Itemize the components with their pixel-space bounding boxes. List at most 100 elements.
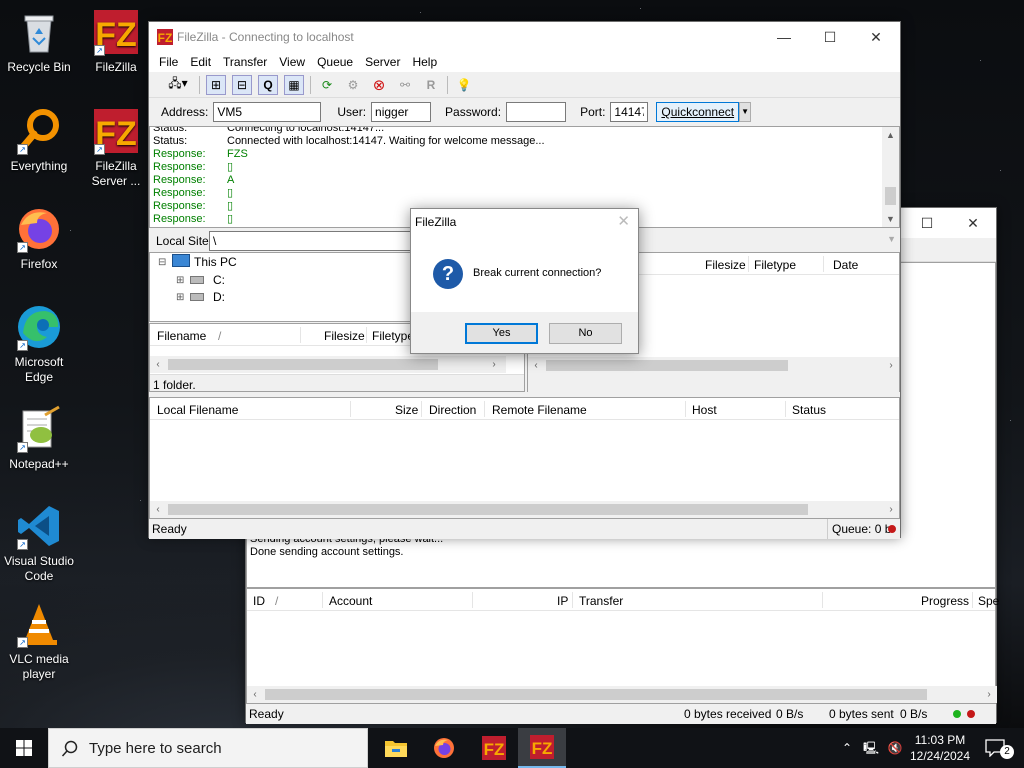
refresh-icon[interactable]: ⟳ <box>317 75 337 95</box>
address-input[interactable] <box>213 102 322 122</box>
tree-collapse-icon[interactable]: ⊟ <box>158 257 166 268</box>
remote-site-dropdown-icon[interactable]: ▼ <box>887 234 896 244</box>
remote-col-filesize[interactable]: Filesize <box>705 258 746 272</box>
toggle-local-tree-icon[interactable]: ⊟ <box>232 74 252 95</box>
sent-rate: 0 B/s <box>900 707 928 721</box>
user-input[interactable] <box>371 102 432 122</box>
col-account[interactable]: Account <box>329 594 372 608</box>
close-button[interactable]: ✕ <box>950 208 996 238</box>
scroll-right-icon[interactable]: › <box>981 686 997 703</box>
queue-status[interactable]: Queue: 0 b <box>827 519 891 539</box>
queue-col-status[interactable]: Status <box>792 403 826 417</box>
queue-col-local[interactable]: Local Filename <box>157 403 238 417</box>
menu-view[interactable]: View <box>273 52 311 72</box>
dialog-titlebar[interactable]: FileZilla ✕ <box>411 209 638 233</box>
scroll-left-icon[interactable]: ‹ <box>150 501 166 518</box>
desktop-icon-vlc[interactable]: ↗ VLC media player <box>1 600 77 682</box>
scroll-left-icon[interactable]: ‹ <box>528 357 544 374</box>
col-speed[interactable]: Spe <box>978 594 999 608</box>
bytes-received: 0 bytes received <box>684 707 772 721</box>
menu-server[interactable]: Server <box>359 52 406 72</box>
menu-help[interactable]: Help <box>406 52 443 72</box>
break-connection-dialog[interactable]: FileZilla ✕ ? Break current connection? … <box>410 208 639 354</box>
queue-col-host[interactable]: Host <box>692 403 717 417</box>
taskbar-firefox[interactable] <box>420 728 468 768</box>
start-button[interactable] <box>0 728 48 768</box>
site-manager-icon[interactable]: 🖧▾ <box>163 75 193 95</box>
process-queue-icon[interactable]: ⚙ <box>343 75 363 95</box>
desktop-icon-recycle-bin[interactable]: Recycle Bin <box>1 8 77 75</box>
desktop-icon-filezilla-server[interactable]: FZ ↗ FileZilla Server ... <box>78 107 154 189</box>
desktop-icon-vscode[interactable]: ↗ Visual Studio Code <box>1 502 77 584</box>
client-titlebar[interactable]: FZ FileZilla - Connecting to localhost —… <box>149 22 900 52</box>
menu-transfer[interactable]: Transfer <box>217 52 273 72</box>
notification-center[interactable]: 2 <box>980 728 1020 768</box>
local-col-filename[interactable]: Filename <box>157 329 206 343</box>
local-col-filetype[interactable]: Filetype <box>372 329 414 343</box>
taskbar-file-explorer[interactable] <box>372 728 420 768</box>
sort-indicator: / <box>218 329 222 343</box>
port-input[interactable] <box>610 102 649 122</box>
menu-file[interactable]: File <box>153 52 184 72</box>
desktop-icon-everything[interactable]: ↗ Everything <box>1 107 77 174</box>
desktop-icon-firefox[interactable]: ↗ Firefox <box>1 205 77 272</box>
no-button[interactable]: No <box>549 323 622 344</box>
quickconnect-button[interactable]: Quickconnect <box>656 102 740 122</box>
taskbar-filezilla-active[interactable]: FZ <box>518 728 566 768</box>
network-icon[interactable]: 🖳 <box>860 728 882 768</box>
col-progress[interactable]: Progress <box>921 594 969 608</box>
scroll-down-icon[interactable]: ▼ <box>882 211 899 227</box>
password-input[interactable] <box>506 102 567 122</box>
clock[interactable]: 11:03 PM 12/24/2024 <box>906 728 974 768</box>
dialog-close-icon[interactable]: ✕ <box>617 212 630 230</box>
queue-col-size[interactable]: Size <box>395 403 418 417</box>
scroll-left-icon[interactable]: ‹ <box>150 356 166 373</box>
cancel-operation-icon[interactable]: ⊗ <box>369 75 389 95</box>
reconnect-icon[interactable]: R <box>421 75 441 95</box>
taskbar-search-box[interactable]: Type here to search <box>48 728 368 768</box>
col-ip[interactable]: IP <box>557 594 568 608</box>
scroll-right-icon[interactable]: › <box>883 357 899 374</box>
directory-comparison-icon[interactable]: 💡 <box>454 75 474 95</box>
tree-expand-icon[interactable]: ⊞ <box>176 292 184 303</box>
close-button[interactable]: ✕ <box>853 22 899 52</box>
sessions-hscroll[interactable]: ‹ › <box>247 686 997 703</box>
col-transfer[interactable]: Transfer <box>579 594 623 608</box>
tree-drive-c[interactable]: C: <box>213 273 225 287</box>
remote-col-filetype[interactable]: Filetype <box>754 258 796 272</box>
queue-col-direction[interactable]: Direction <box>429 403 476 417</box>
local-list-hscroll[interactable]: ‹ › <box>150 356 506 373</box>
disconnect-icon[interactable]: ⚯ <box>395 75 415 95</box>
tree-expand-icon[interactable]: ⊞ <box>176 275 184 286</box>
desktop-icon-filezilla[interactable]: FZ ↗ FileZilla <box>78 8 154 75</box>
volume-muted-icon[interactable]: 🔇 <box>884 728 906 768</box>
remote-col-date[interactable]: Date <box>833 258 858 272</box>
queue-col-remote[interactable]: Remote Filename <box>492 403 587 417</box>
quickconnect-dropdown-icon[interactable]: ▼ <box>739 102 752 122</box>
scroll-left-icon[interactable]: ‹ <box>247 686 263 703</box>
minimize-button[interactable]: — <box>761 22 807 52</box>
remote-list-hscroll[interactable]: ‹ › <box>528 357 899 374</box>
maximize-button[interactable]: ☐ <box>807 22 853 52</box>
toggle-queue-icon[interactable]: ▦ <box>284 74 304 95</box>
message-log-vscroll[interactable]: ▲ ▼ <box>882 127 899 227</box>
show-hidden-icons-chevron-icon[interactable]: ⌃ <box>838 728 856 768</box>
toggle-remote-tree-icon[interactable]: Q <box>258 74 278 95</box>
local-col-filesize[interactable]: Filesize <box>324 329 365 343</box>
maximize-button[interactable]: ☐ <box>904 208 950 238</box>
menu-edit[interactable]: Edit <box>184 52 217 72</box>
queue-hscroll[interactable]: ‹ › <box>150 501 899 518</box>
toggle-message-log-icon[interactable]: ⊞ <box>206 74 226 95</box>
desktop-icon-notepadpp[interactable]: ↗ Notepad++ <box>1 405 77 472</box>
yes-button[interactable]: Yes <box>465 323 538 344</box>
tree-drive-d[interactable]: D: <box>213 290 225 304</box>
desktop-icon-edge[interactable]: ↗ Microsoft Edge <box>1 303 77 385</box>
scroll-up-icon[interactable]: ▲ <box>882 127 899 143</box>
taskbar-filezilla[interactable]: FZ <box>470 728 518 768</box>
menu-queue[interactable]: Queue <box>311 52 359 72</box>
dialog-body: ? Break current connection? <box>411 233 638 312</box>
tree-root[interactable]: This PC <box>194 255 237 269</box>
col-id[interactable]: ID <box>253 594 265 608</box>
scroll-right-icon[interactable]: › <box>883 501 899 518</box>
scroll-right-icon[interactable]: › <box>486 356 502 373</box>
